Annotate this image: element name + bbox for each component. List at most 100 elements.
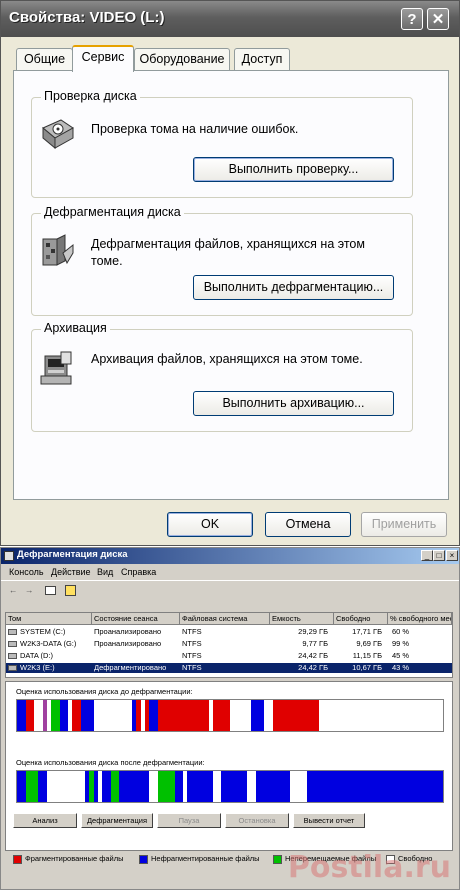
usage-segment [187,771,213,802]
menu-action[interactable]: Действие [51,567,91,577]
volume-cell-vol: DATA (D:) [20,651,54,660]
col-file-system[interactable]: Файловая система [180,613,270,625]
volume-list: Том Состояние сеанса Файловая система Ем… [5,612,453,678]
legend-fragmented: Фрагментированные файлы [13,854,124,864]
ok-button[interactable]: OK [167,512,253,537]
usage-segment [110,771,120,802]
usage-segment [102,771,111,802]
before-usage-bar [16,699,444,732]
drive-icon [8,665,17,671]
group-defrag [31,213,413,316]
cancel-button[interactable]: Отмена [265,512,351,537]
run-defrag-button[interactable]: Выполнить дефрагментацию... [193,275,394,300]
group-defrag-title: Дефрагментация диска [41,205,184,219]
defrag-window: Дефрагментация диска _ □ × Консоль Дейст… [0,547,460,890]
usage-segment [306,771,443,802]
col-free-percent[interactable]: % свободного места [388,613,452,625]
usage-segment [25,771,39,802]
col-capacity[interactable]: Емкость [270,613,334,625]
maximize-icon[interactable]: □ [433,550,445,561]
volume-cell-pct: 99 % [392,639,410,648]
col-volume[interactable]: Том [6,613,92,625]
minimize-icon[interactable]: _ [421,550,433,561]
back-arrow-icon[interactable]: ← [9,585,18,595]
usage-segment [212,700,230,731]
usage-segment [34,700,43,731]
forward-arrow-icon[interactable]: → [25,585,34,595]
menu-view[interactable]: Вид [97,567,113,577]
usage-segment [51,700,60,731]
close-icon[interactable]: × [446,550,458,561]
usage-segment [17,700,26,731]
divider [1,580,459,581]
group-backup-title: Архивация [41,321,110,335]
group-check-disk [31,97,413,198]
drive-icon [8,641,17,647]
legend-contiguous: Нефрагментированные файлы [139,854,260,864]
col-free[interactable]: Свободно [334,613,388,625]
volume-row[interactable]: SYSTEM (C:) Проанализировано NTFS 29,29 ГБ 1… [6,627,452,637]
usage-segment [46,771,86,802]
volume-row[interactable]: W2K3 (E:) Дефрагментировано NTFS 24,42 ГБ 10… [6,663,452,673]
before-label: Оценка использования диска до дефрагмент… [16,687,193,696]
check-disk-text: Проверка тома на наличие ошибок. [91,122,299,136]
usage-segment [149,771,158,802]
tab-hardware[interactable]: Оборудование [134,48,230,70]
volume-cell-free: 9,69 ГБ [356,639,382,648]
volume-cell-fs: NTFS [182,627,202,636]
volume-cell-fs: NTFS [182,651,202,660]
usage-segment [247,771,256,802]
run-check-button[interactable]: Выполнить проверку... [193,157,394,182]
usage-segment [157,700,209,731]
volume-cell-state: Проанализировано [94,627,162,636]
tab-service[interactable]: Сервис [72,45,134,72]
usage-segment [264,700,273,731]
menu-console[interactable]: Консоль [9,567,44,577]
properties-icon[interactable] [65,585,76,596]
drive-icon [8,653,17,659]
volume-row[interactable]: W2K3-DATA (G:) Проанализировано NTFS 9,77 Г… [6,639,452,649]
usage-segment [38,771,47,802]
usage-segment [119,771,150,802]
properties-dialog: Свойства: VIDEO (L:) ? ✕ Общие Сервис Об… [0,0,460,546]
pause-button[interactable]: Пауза [157,813,221,828]
usage-segment [157,771,175,802]
tab-sharing[interactable]: Доступ [234,48,290,70]
dialog-titlebar[interactable]: Свойства: VIDEO (L:) ? ✕ [1,1,459,37]
help-button[interactable]: ? [401,8,423,30]
tab-general[interactable]: Общие [16,48,73,70]
defragment-button[interactable]: Дефрагментация [81,813,153,828]
legend-unmovable-swatch [273,854,282,864]
usage-segment [174,771,184,802]
report-button[interactable]: Вывести отчет [293,813,365,828]
usage-segment [272,700,320,731]
volume-cell-pct: 43 % [392,663,410,672]
volume-cell-cap: 9,77 ГБ [302,639,328,648]
col-session-state[interactable]: Состояние сеанса [92,613,180,625]
volume-cell-cap: 24,42 ГБ [298,663,328,672]
drive-icon [8,629,17,635]
run-backup-button[interactable]: Выполнить архивацию... [193,391,394,416]
usage-segment [221,771,248,802]
usage-segment [255,771,290,802]
volume-cell-pct: 60 % [392,627,410,636]
usage-segment [251,700,265,731]
console-tree-icon[interactable] [45,586,56,595]
defrag-titlebar[interactable]: Дефрагментация диска _ □ × [1,548,459,564]
volume-cell-free: 11,15 ГБ [352,651,382,660]
apply-button[interactable]: Применить [361,512,447,537]
dialog-title: Свойства: VIDEO (L:) [9,9,165,26]
volume-cell-vol: W2K3 (E:) [20,663,55,672]
volume-cell-state: Дефрагментировано [94,663,167,672]
legend-fragmented-swatch [13,854,22,864]
group-check-disk-title: Проверка диска [41,89,140,103]
volume-cell-free: 10,67 ГБ [352,663,382,672]
after-label: Оценка использования диска после дефрагм… [16,758,205,767]
close-button[interactable]: ✕ [427,8,449,30]
menu-help[interactable]: Справка [121,567,156,577]
legend-contiguous-label: Нефрагментированные файлы [151,854,260,863]
stop-button[interactable]: Остановка [225,813,289,828]
analyze-button[interactable]: Анализ [13,813,77,828]
volume-row[interactable]: DATA (D:) NTFS 24,42 ГБ 11,15 ГБ 45 % [6,651,452,661]
usage-segment [72,700,81,731]
